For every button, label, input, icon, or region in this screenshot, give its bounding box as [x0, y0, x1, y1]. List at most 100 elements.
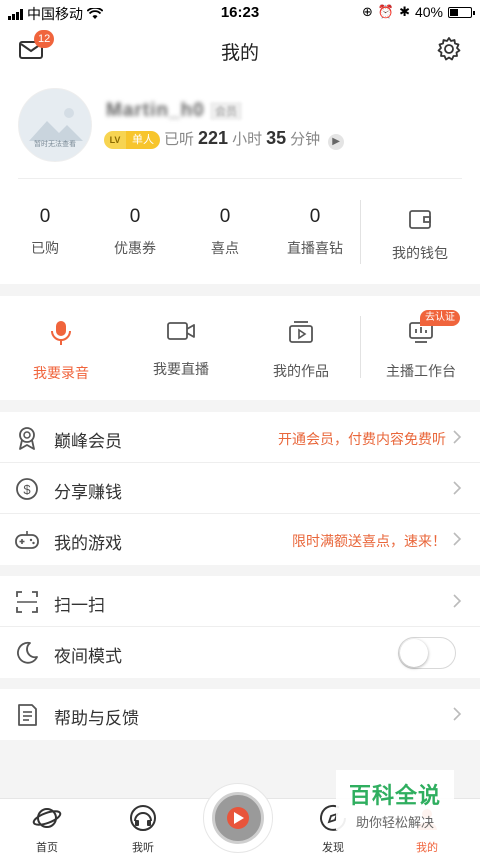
list-group-services: 巅峰会员 开通会员，付费内容免费听 $ 分享赚钱 我的游戏 限时满额送喜点，速来…: [0, 412, 480, 565]
username[interactable]: Martin_h0: [106, 100, 205, 122]
listen-minutes: 35: [266, 128, 287, 148]
listen-prefix: 已听: [164, 131, 195, 148]
list-item-scan[interactable]: 扫一扫: [0, 576, 480, 627]
svg-text:$: $: [23, 482, 31, 497]
tab-label: 发现: [322, 842, 344, 853]
listen-time[interactable]: 已听 221 小时 35 分钟 ▶: [164, 128, 345, 150]
moon-icon: [17, 641, 38, 664]
creator-actions: 我要录音 我要直播 我的作品 主播工作台 去认证: [0, 296, 480, 400]
battery-fill: [450, 8, 458, 16]
night-mode-toggle[interactable]: [398, 637, 456, 669]
list-item-vip[interactable]: 巅峰会员 开通会员，付费内容免费听: [0, 412, 480, 463]
headphones-icon: [130, 805, 156, 831]
list-item-label: 帮助与反馈: [54, 709, 139, 728]
workbench-button[interactable]: 主播工作台: [366, 296, 476, 381]
vip-badge: 会员: [210, 102, 242, 120]
wallet-label: 我的钱包: [392, 245, 448, 261]
stat-label: 已购: [31, 240, 59, 256]
hours-unit: 小时: [232, 131, 263, 148]
list-item-label: 我的游戏: [54, 534, 122, 553]
profile-card: 暂时无法查看 Martin_h0 会员 LV 单人 已听 221 小时 35 分…: [0, 76, 480, 284]
chevron-right-icon: [453, 481, 462, 495]
list-item-games[interactable]: 我的游戏 限时满额送喜点，速来！: [0, 514, 480, 565]
tab-label: 我的: [416, 842, 438, 853]
avatar[interactable]: 暂时无法查看: [18, 88, 92, 162]
list-item-label: 夜间模式: [54, 647, 122, 666]
list-item-promo: 限时满额送喜点，速来！: [292, 533, 446, 549]
list-group-help: 帮助与反馈: [0, 689, 480, 740]
action-label: 我要直播: [153, 361, 209, 377]
works-button[interactable]: 我的作品: [246, 296, 356, 381]
status-bar: 中国移动 16:23 ⊕ ⏰ ✱ 40%: [0, 0, 480, 24]
chevron-right-icon: [453, 532, 462, 546]
tab-home[interactable]: 首页: [12, 803, 82, 853]
list-item-label: 分享赚钱: [54, 483, 122, 502]
action-label: 我的作品: [273, 363, 329, 379]
level-badge: LV 单人: [104, 131, 160, 149]
rotation-lock-icon: ⊕: [361, 4, 373, 19]
bluetooth-icon: ✱: [399, 4, 410, 19]
play-icon: [234, 812, 244, 824]
alarm-icon: ⏰: [377, 4, 395, 19]
gamepad-icon: [15, 531, 39, 549]
tab-label: 首页: [36, 842, 58, 853]
page-title: 我的: [220, 43, 259, 64]
header: 12 我的: [0, 24, 480, 76]
works-icon: [289, 321, 313, 343]
video-icon: [167, 322, 195, 340]
stat-value: 0: [309, 206, 321, 227]
list-item-help[interactable]: 帮助与反馈: [0, 689, 480, 740]
chevron-right-icon: [453, 594, 462, 608]
wallet-icon: [409, 210, 431, 229]
stat-xidian[interactable]: 0 喜点: [180, 180, 270, 258]
gear-icon[interactable]: [436, 36, 462, 62]
level-name: 单人: [126, 131, 160, 149]
divider: [360, 200, 361, 264]
battery-icon: [448, 6, 475, 18]
stat-value: 0: [39, 206, 51, 227]
toggle-knob: [400, 639, 428, 667]
live-button[interactable]: 我要直播: [126, 296, 236, 379]
mic-icon: [51, 321, 71, 345]
watermark-subtitle: 助你轻松解决: [355, 815, 434, 830]
list-group-tools: 扫一扫 夜间模式: [0, 576, 480, 678]
listen-hours: 221: [198, 128, 229, 148]
player-button[interactable]: [203, 783, 273, 853]
avatar-caption: 暂时无法查看: [34, 141, 76, 148]
watermark: 百科全说 助你轻松解决: [336, 770, 454, 830]
list-item-share-earn[interactable]: $ 分享赚钱: [0, 463, 480, 514]
certify-badge[interactable]: 去认证: [420, 310, 460, 326]
wallet-button[interactable]: 我的钱包: [378, 180, 462, 263]
chevron-right-icon: [453, 707, 462, 721]
list-item-label: 巅峰会员: [54, 432, 122, 451]
stat-label: 优惠券: [114, 240, 156, 256]
document-icon: [18, 704, 37, 726]
battery-percent: 40%: [414, 4, 443, 20]
stat-value: 0: [129, 206, 141, 227]
list-item-label: 扫一扫: [54, 596, 105, 615]
stats-row: 0 已购 0 优惠券 0 喜点 0 直播喜钻 我的钱包: [0, 180, 480, 280]
record-button[interactable]: 我要录音: [6, 296, 116, 383]
disc-icon: [212, 792, 264, 844]
stat-value: 0: [219, 206, 231, 227]
list-item-night-mode: 夜间模式: [0, 627, 480, 678]
minutes-unit: 分钟: [290, 131, 321, 148]
stat-coupons[interactable]: 0 优惠券: [90, 180, 180, 258]
planet-icon: [32, 808, 62, 828]
watermark-title: 百科全说: [348, 783, 441, 808]
scan-icon: [16, 591, 38, 613]
stat-purchased[interactable]: 0 已购: [0, 180, 90, 258]
chevron-right-icon: ▶: [328, 134, 345, 150]
tab-label: 我听: [132, 842, 154, 853]
tab-listen[interactable]: 我听: [108, 803, 178, 853]
action-label: 主播工作台: [386, 363, 456, 379]
status-right: ⊕ ⏰ ✱ 40%: [361, 4, 475, 20]
stat-label: 直播喜钻: [287, 240, 343, 256]
stat-label: 喜点: [211, 240, 239, 256]
chevron-right-icon: [453, 430, 462, 444]
avatar-placeholder-icon: [29, 108, 83, 141]
divider: [18, 178, 462, 179]
stat-live-diamonds[interactable]: 0 直播喜钻: [270, 180, 360, 258]
action-label: 我要录音: [33, 365, 89, 381]
divider: [360, 316, 361, 378]
